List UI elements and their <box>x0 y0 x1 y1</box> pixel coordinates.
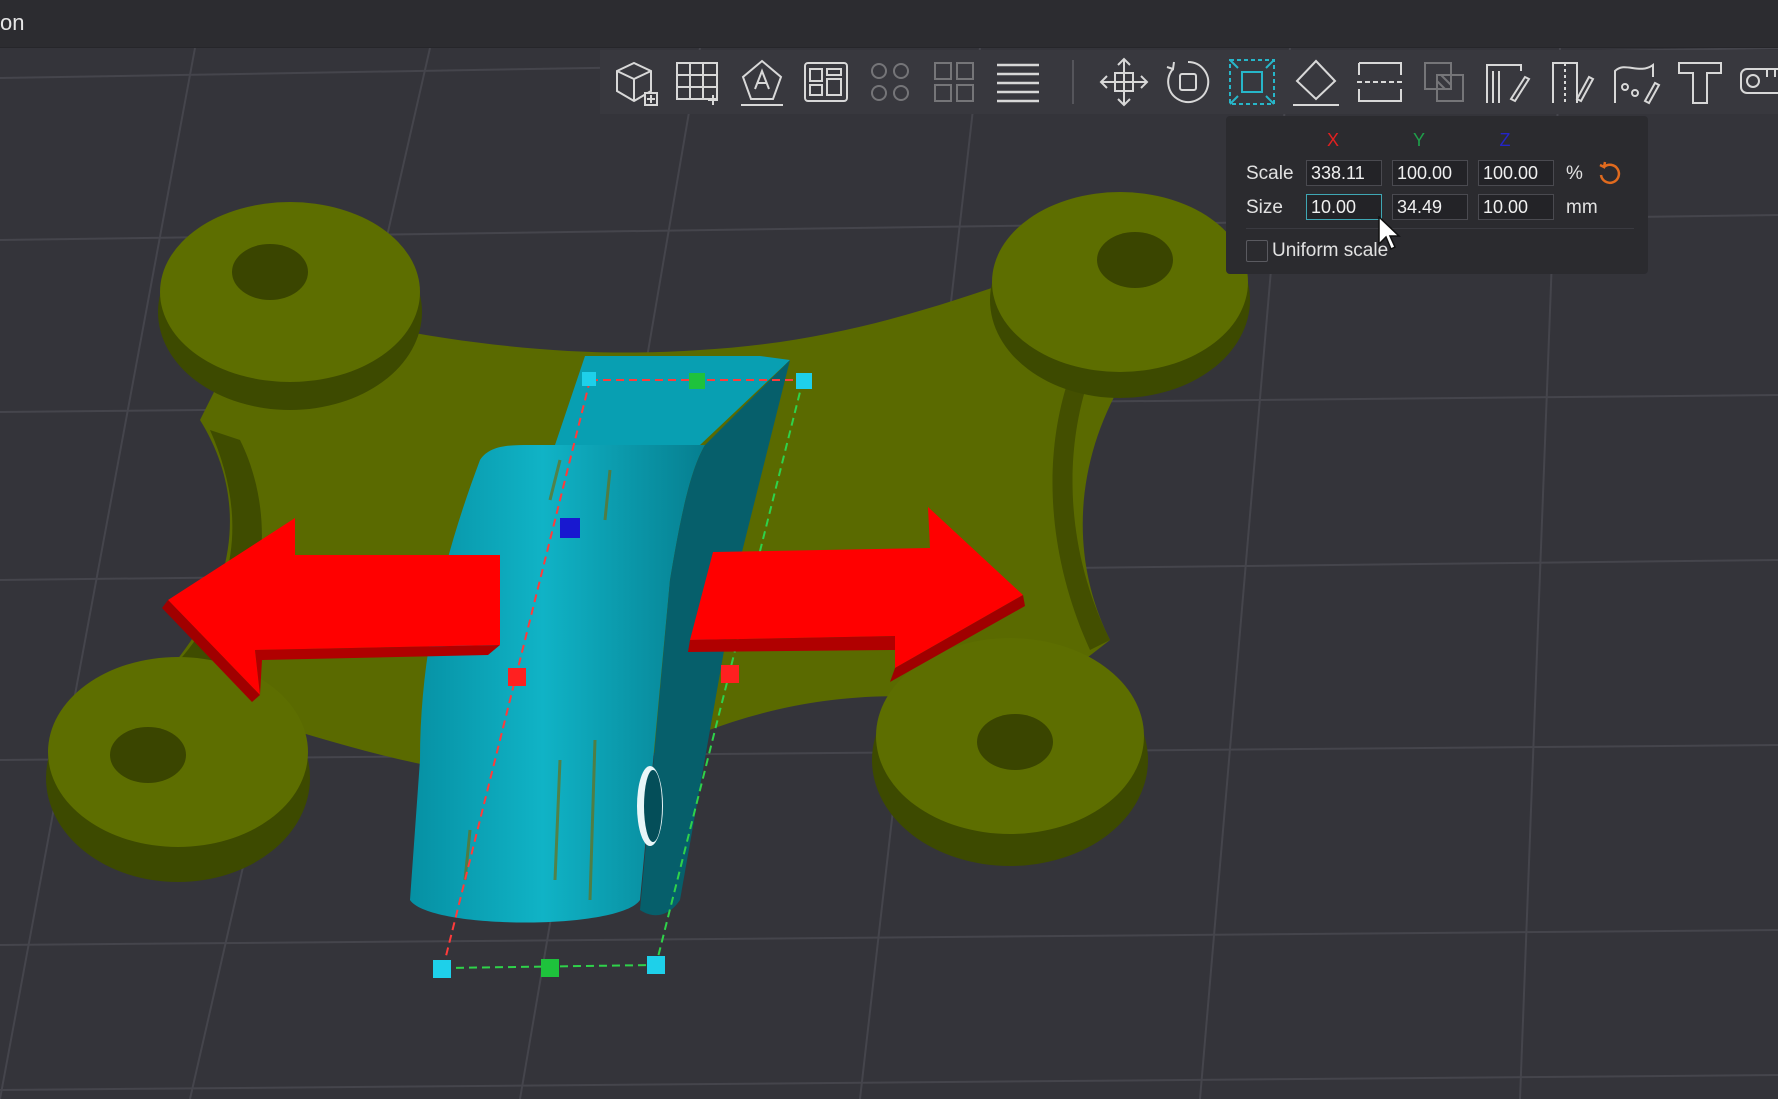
toolbar-separator <box>1072 60 1074 104</box>
text-icon[interactable] <box>1673 55 1727 109</box>
scale-unit: % <box>1566 163 1583 184</box>
corner-handle <box>796 373 812 389</box>
y-handle <box>541 959 559 977</box>
scale-z-input[interactable] <box>1478 160 1554 186</box>
rotate-icon[interactable] <box>1161 55 1215 109</box>
x-handle <box>508 668 526 686</box>
gizmo-toolbar <box>600 50 1778 114</box>
size-unit: mm <box>1566 197 1598 218</box>
size-y-input[interactable] <box>1392 194 1468 220</box>
measure-icon[interactable] <box>1737 55 1778 109</box>
layers-icon[interactable] <box>991 55 1045 109</box>
auto-orient-icon[interactable] <box>735 55 789 109</box>
scale-label: Scale <box>1246 163 1294 184</box>
cut-icon[interactable] <box>1353 55 1407 109</box>
support-paint-icon[interactable] <box>1481 55 1535 109</box>
axis-z-label: Z <box>1499 130 1511 150</box>
mesh-boolean-icon[interactable] <box>1417 55 1471 109</box>
panel-divider <box>1246 228 1634 229</box>
reset-scale-icon[interactable] <box>1596 160 1624 188</box>
z-handle <box>560 518 580 538</box>
seam-paint-icon[interactable] <box>1545 55 1599 109</box>
scale-x-input[interactable] <box>1306 160 1382 186</box>
color-paint-icon[interactable] <box>1609 55 1663 109</box>
y-handle <box>689 373 705 389</box>
axis-y-label: Y <box>1412 130 1425 150</box>
uniform-scale-checkbox[interactable] <box>1246 240 1268 262</box>
window-title: on <box>0 10 25 35</box>
size-x-input[interactable] <box>1306 194 1382 220</box>
scale-icon[interactable] <box>1225 55 1279 109</box>
move-icon[interactable] <box>1097 55 1151 109</box>
add-cube-icon[interactable] <box>607 55 661 109</box>
size-z-input[interactable] <box>1478 194 1554 220</box>
scale-y-input[interactable] <box>1392 160 1468 186</box>
corner-handle <box>647 956 665 974</box>
scale-panel: X Y Z Scale % Size mm Uniform scale <box>1226 116 1648 274</box>
lay-on-face-icon[interactable] <box>1289 55 1343 109</box>
split-parts-icon[interactable] <box>927 55 981 109</box>
axis-x-label: X <box>1326 130 1339 150</box>
arrange-grid-icon[interactable] <box>671 55 725 109</box>
x-handle <box>721 665 739 683</box>
corner-handle <box>582 372 596 386</box>
title-bar: on <box>0 0 1778 48</box>
plate-layout-icon[interactable] <box>799 55 853 109</box>
corner-handle <box>433 960 451 978</box>
mouse-cursor-icon <box>1378 216 1401 251</box>
uniform-scale-label: Uniform scale <box>1272 240 1389 261</box>
split-objects-icon[interactable] <box>863 55 917 109</box>
size-label: Size <box>1246 197 1283 218</box>
